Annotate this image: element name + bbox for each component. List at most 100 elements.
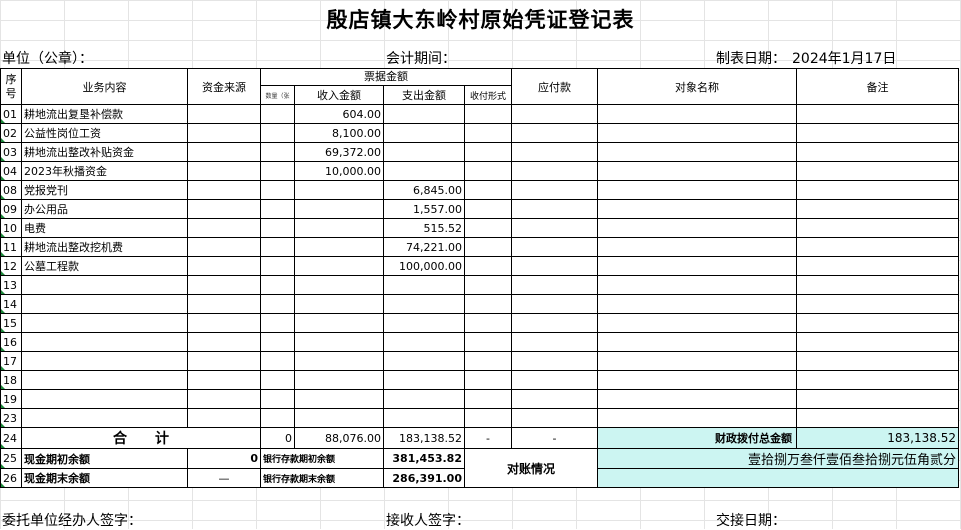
row-source[interactable]	[187, 370, 261, 390]
row-target[interactable]	[597, 351, 797, 371]
row-target[interactable]	[597, 104, 797, 124]
row-payable[interactable]	[511, 408, 598, 428]
row-seq[interactable]: 12	[0, 256, 22, 276]
row-quantity[interactable]	[260, 332, 295, 352]
row-remark[interactable]	[796, 104, 959, 124]
row-content[interactable]: 办公用品	[21, 199, 188, 219]
row-income[interactable]	[294, 294, 384, 314]
row-payable[interactable]	[511, 123, 598, 143]
row-target[interactable]	[597, 294, 797, 314]
row-payable[interactable]	[511, 199, 598, 219]
row-source[interactable]	[187, 351, 261, 371]
row-content[interactable]	[21, 332, 188, 352]
row-income[interactable]	[294, 199, 384, 219]
row-pay-form[interactable]	[464, 237, 512, 257]
row-payable[interactable]	[511, 256, 598, 276]
row-remark[interactable]	[796, 275, 959, 295]
row-expense[interactable]	[383, 275, 465, 295]
row-income[interactable]	[294, 218, 384, 238]
row-payable[interactable]	[511, 218, 598, 238]
row-source[interactable]	[187, 408, 261, 428]
row-seq[interactable]: 02	[0, 123, 22, 143]
row-target[interactable]	[597, 180, 797, 200]
row-target[interactable]	[597, 142, 797, 162]
row-seq[interactable]: 11	[0, 237, 22, 257]
row-payable[interactable]	[511, 142, 598, 162]
row-payable[interactable]	[511, 294, 598, 314]
row-target[interactable]	[597, 256, 797, 276]
row-quantity[interactable]	[260, 161, 295, 181]
row-content[interactable]	[21, 313, 188, 333]
row-seq[interactable]: 10	[0, 218, 22, 238]
row-target[interactable]	[597, 370, 797, 390]
row-source[interactable]	[187, 275, 261, 295]
row-income[interactable]	[294, 408, 384, 428]
row-expense[interactable]	[383, 332, 465, 352]
row-content[interactable]: 公益性岗位工资	[21, 123, 188, 143]
row-expense[interactable]: 74,221.00	[383, 237, 465, 257]
row-source[interactable]	[187, 180, 261, 200]
row-expense[interactable]	[383, 313, 465, 333]
row-seq[interactable]: 03	[0, 142, 22, 162]
row-quantity[interactable]	[260, 199, 295, 219]
row-remark[interactable]	[796, 123, 959, 143]
row-content[interactable]: 电费	[21, 218, 188, 238]
row-income[interactable]	[294, 275, 384, 295]
row-quantity[interactable]	[260, 275, 295, 295]
row-income[interactable]	[294, 256, 384, 276]
row-content[interactable]	[21, 275, 188, 295]
row-pay-form[interactable]	[464, 294, 512, 314]
row-payable[interactable]	[511, 351, 598, 371]
row-pay-form[interactable]	[464, 332, 512, 352]
row-remark[interactable]	[796, 199, 959, 219]
row-target[interactable]	[597, 237, 797, 257]
row-target[interactable]	[597, 332, 797, 352]
row-source[interactable]	[187, 104, 261, 124]
row-pay-form[interactable]	[464, 408, 512, 428]
row-expense[interactable]	[383, 294, 465, 314]
row-payable[interactable]	[511, 370, 598, 390]
row-content[interactable]: 耕地流出整改挖机费	[21, 237, 188, 257]
row-content[interactable]	[21, 389, 188, 409]
row-content[interactable]	[21, 370, 188, 390]
row-seq[interactable]: 09	[0, 199, 22, 219]
row-income[interactable]	[294, 370, 384, 390]
row-target[interactable]	[597, 275, 797, 295]
row-expense[interactable]	[383, 142, 465, 162]
row-content[interactable]: 耕地流出整改补贴资金	[21, 142, 188, 162]
row-expense[interactable]: 6,845.00	[383, 180, 465, 200]
row-pay-form[interactable]	[464, 104, 512, 124]
row-pay-form[interactable]	[464, 142, 512, 162]
row-payable[interactable]	[511, 275, 598, 295]
row-source[interactable]	[187, 199, 261, 219]
row-payable[interactable]	[511, 313, 598, 333]
row-pay-form[interactable]	[464, 161, 512, 181]
row-target[interactable]	[597, 123, 797, 143]
row-content[interactable]	[21, 351, 188, 371]
row-income[interactable]	[294, 180, 384, 200]
row-pay-form[interactable]	[464, 275, 512, 295]
row-remark[interactable]	[796, 389, 959, 409]
row-income[interactable]	[294, 237, 384, 257]
row-source[interactable]	[187, 218, 261, 238]
row-pay-form[interactable]	[464, 351, 512, 371]
row-quantity[interactable]	[260, 142, 295, 162]
row-source[interactable]	[187, 389, 261, 409]
row-source[interactable]	[187, 142, 261, 162]
row-seq[interactable]: 23	[0, 408, 22, 428]
row-target[interactable]	[597, 199, 797, 219]
row-remark[interactable]	[796, 408, 959, 428]
row-seq[interactable]: 16	[0, 332, 22, 352]
row-target[interactable]	[597, 218, 797, 238]
row-remark[interactable]	[796, 256, 959, 276]
row-seq[interactable]: 04	[0, 161, 22, 181]
row-payable[interactable]	[511, 104, 598, 124]
row-income[interactable]: 8,100.00	[294, 123, 384, 143]
row-source[interactable]	[187, 123, 261, 143]
row-quantity[interactable]	[260, 237, 295, 257]
row-income[interactable]	[294, 389, 384, 409]
row-source[interactable]	[187, 237, 261, 257]
row-source[interactable]	[187, 161, 261, 181]
row-remark[interactable]	[796, 161, 959, 181]
row-expense[interactable]: 515.52	[383, 218, 465, 238]
